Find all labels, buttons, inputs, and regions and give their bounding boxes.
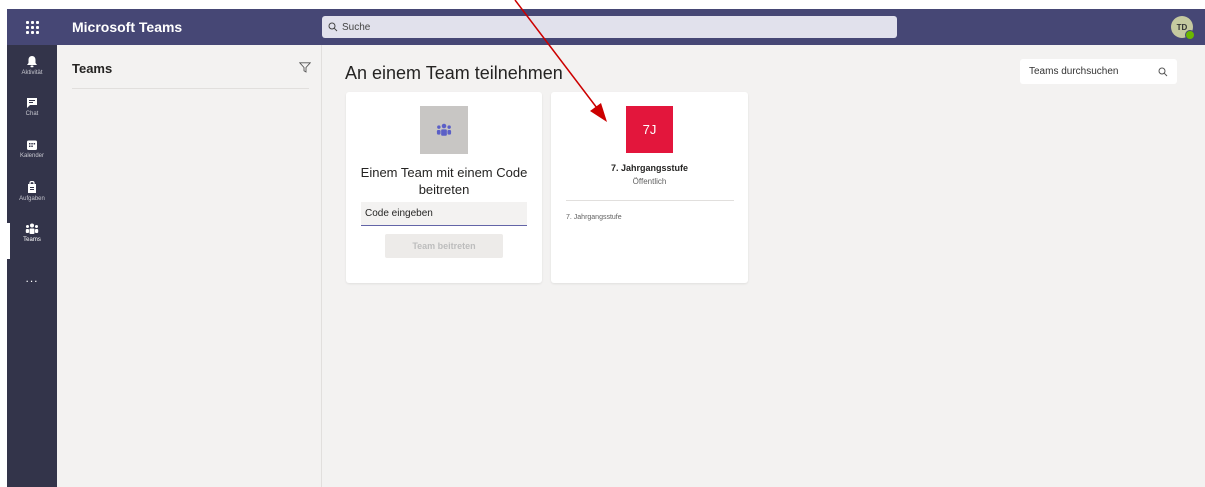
search-icon — [1158, 67, 1168, 76]
rail-item-teams[interactable]: Teams — [7, 223, 57, 261]
teams-icon — [25, 223, 39, 234]
page-title: An einem Team teilnehmen — [345, 63, 563, 83]
app-bar: Aktivität Chat Kalender Aufgaben Teams .… — [7, 45, 57, 487]
divider — [566, 200, 734, 201]
teams-list-panel: Teams — [57, 45, 322, 487]
filter-icon — [298, 62, 312, 73]
join-team-button[interactable]: Team beitreten — [385, 234, 503, 258]
rail-label: Teams — [23, 237, 41, 243]
top-bar: Microsoft Teams TD — [7, 9, 1205, 45]
divider — [72, 88, 309, 89]
global-search-input[interactable] — [342, 21, 862, 33]
rail-label: Aktivität — [21, 70, 43, 76]
waffle-icon — [25, 20, 39, 34]
rail-label: Aufgaben — [19, 196, 45, 202]
teams-search-input[interactable] — [1029, 66, 1149, 77]
presence-status-badge — [1185, 30, 1195, 40]
join-with-code-card: Einem Team mit einem Code beitreten Team… — [346, 92, 542, 283]
search-icon — [328, 22, 338, 32]
team-name: 7. Jahrgangsstufe — [610, 163, 689, 173]
team-card[interactable]: 7J 7. Jahrgangsstufe Öffentlich 7. Jahrg… — [551, 92, 748, 283]
rail-label: Kalender — [19, 153, 45, 159]
team-description: 7. Jahrgangsstufe — [566, 214, 622, 221]
assignments-icon — [28, 181, 36, 193]
app-title: Microsoft Teams — [72, 19, 183, 35]
avatar-initials: TD — [1176, 22, 1188, 32]
teams-search-box[interactable] — [1020, 59, 1177, 84]
rail-label: Chat — [25, 111, 39, 117]
user-avatar[interactable]: TD — [1171, 16, 1195, 40]
global-search[interactable] — [322, 16, 897, 38]
bell-icon — [27, 56, 37, 68]
teams-app-window: Microsoft Teams TD Aktivität — [7, 9, 1205, 487]
team-avatar: 7J — [626, 106, 673, 153]
chat-icon — [27, 98, 37, 108]
join-with-code-title: Einem Team mit einem Code beitreten — [360, 165, 528, 197]
rail-item-chat[interactable]: Chat — [7, 97, 57, 135]
filter-button[interactable] — [298, 60, 312, 78]
team-visibility: Öffentlich — [632, 177, 667, 186]
rail-item-calendar[interactable]: Kalender — [7, 139, 57, 177]
app-launcher-button[interactable] — [7, 9, 57, 45]
team-placeholder-icon — [420, 106, 468, 154]
calendar-icon — [27, 140, 37, 150]
rail-item-activity[interactable]: Aktivität — [7, 55, 57, 93]
team-code-input[interactable] — [361, 202, 527, 226]
rail-item-assignments[interactable]: Aufgaben — [7, 181, 57, 219]
teams-icon — [436, 123, 452, 136]
panel-title: Teams — [72, 61, 113, 76]
more-apps-button[interactable]: ... — [7, 271, 57, 285]
